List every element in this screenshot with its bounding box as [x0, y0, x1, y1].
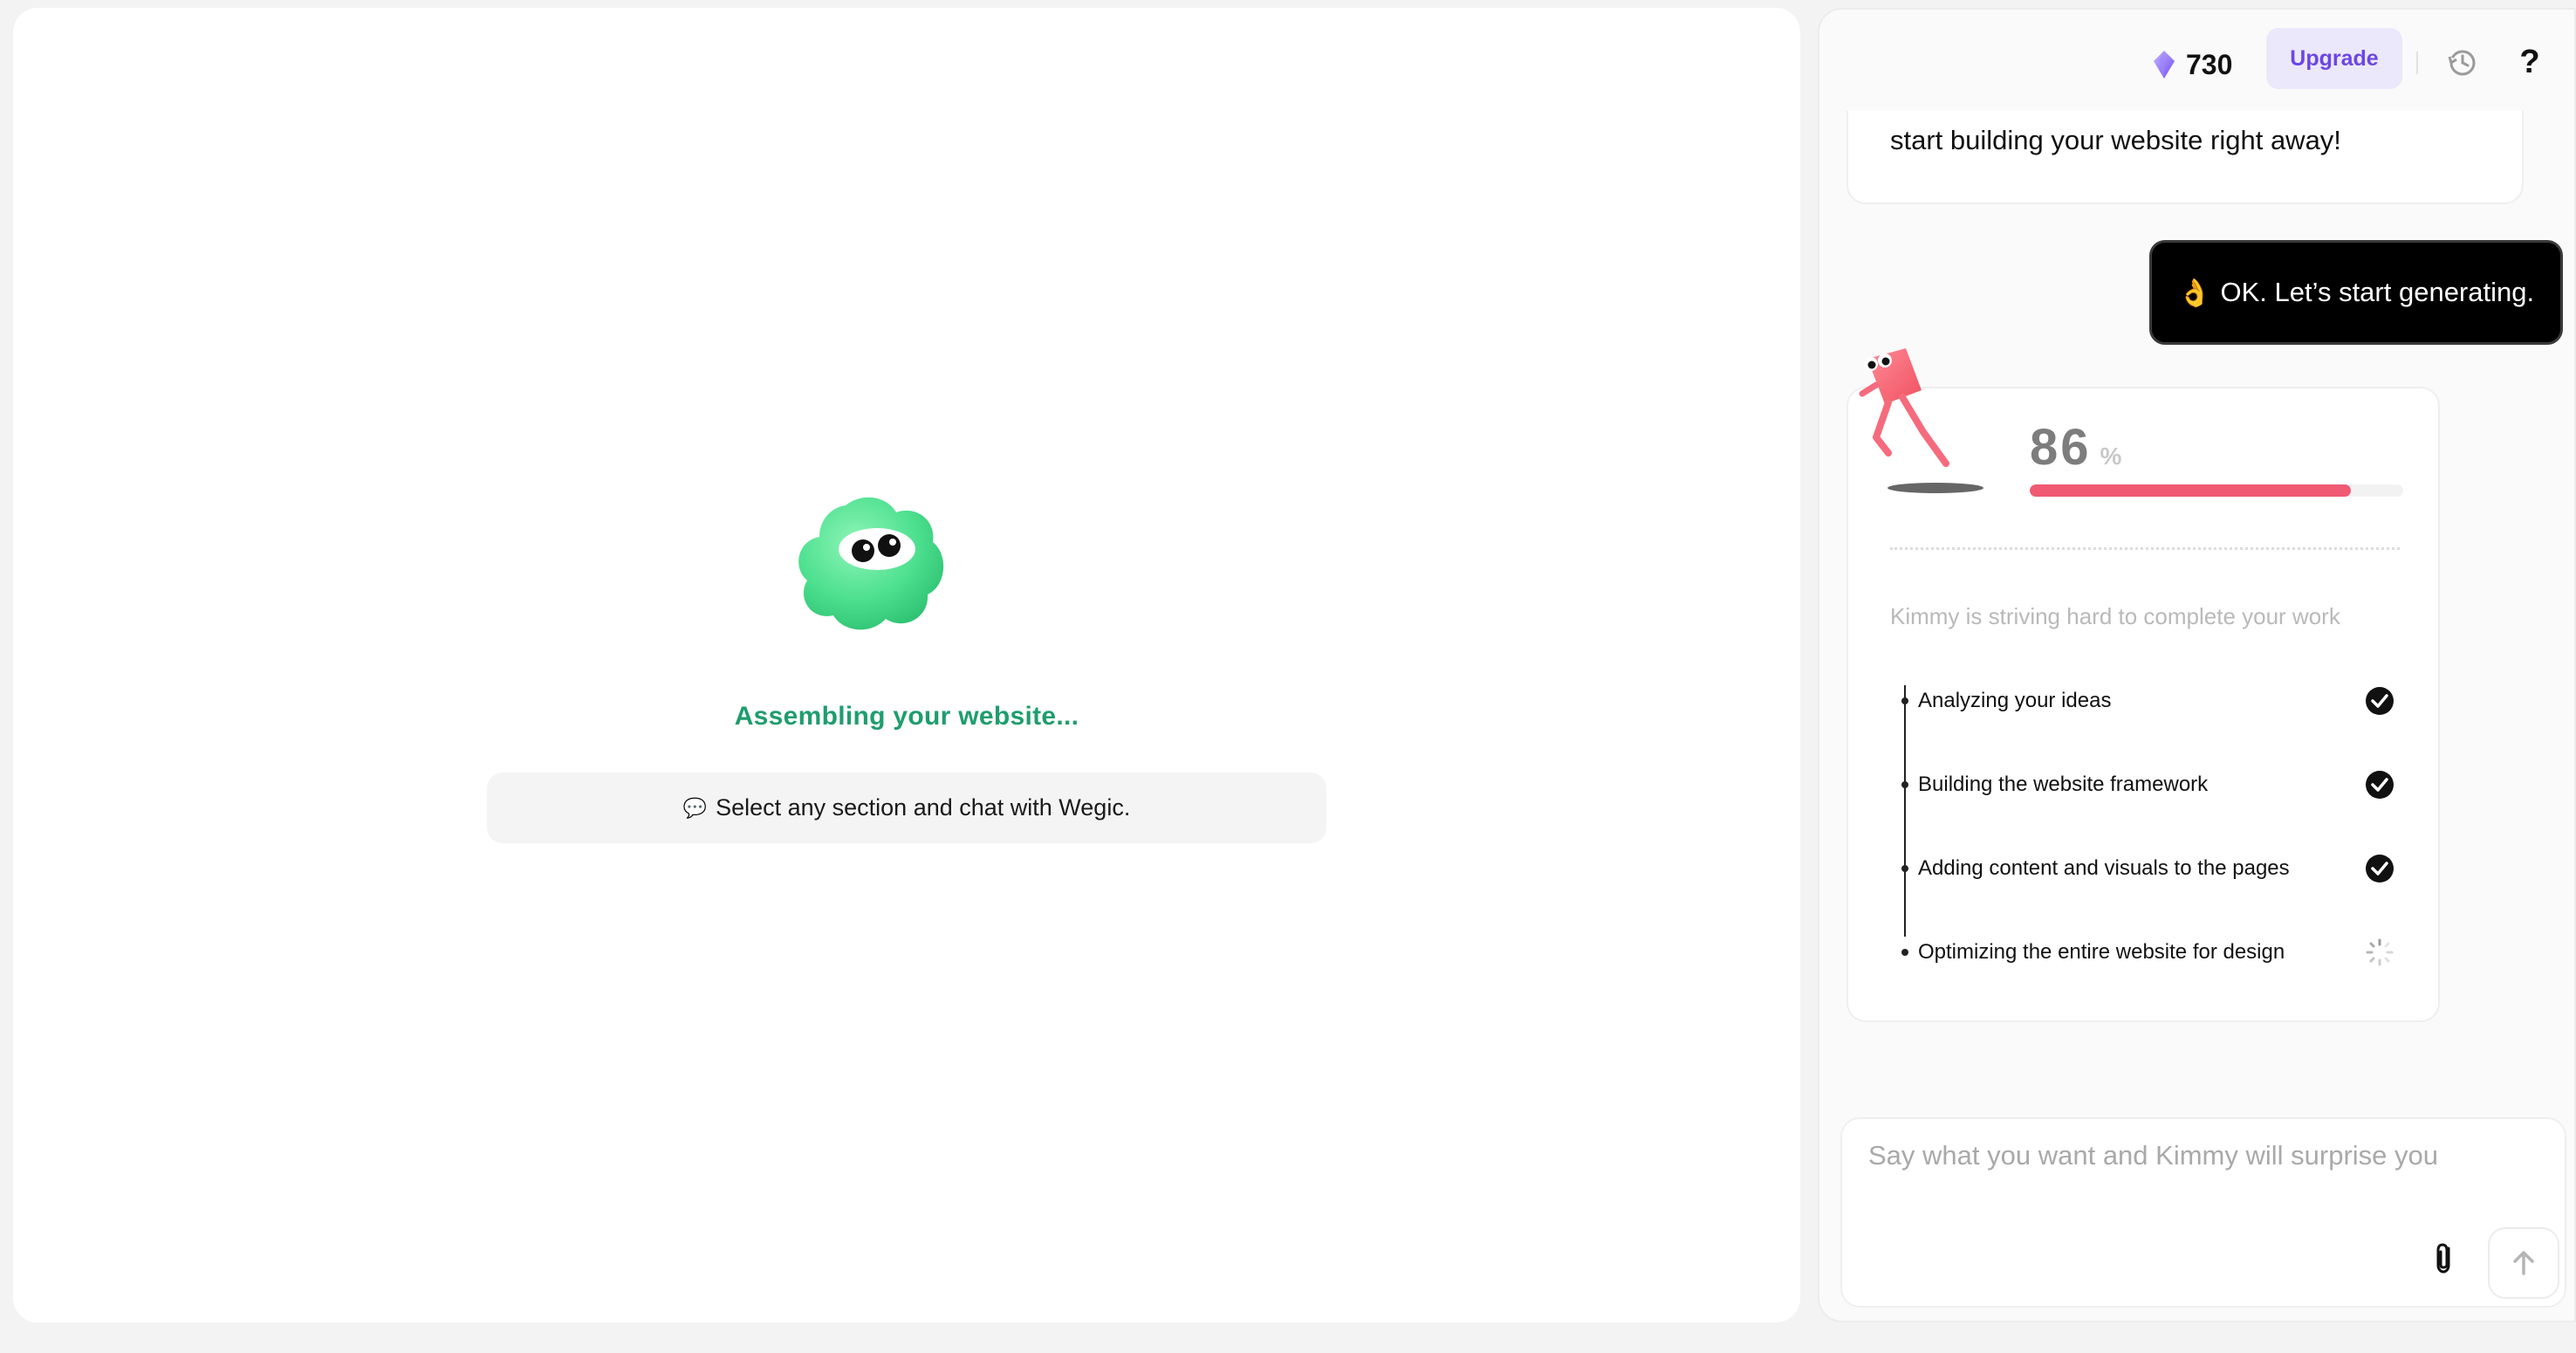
arrow-up-icon: [2513, 1251, 2534, 1275]
progress-percent-value: 86: [2030, 419, 2092, 476]
progress-bar-fill: [2030, 484, 2352, 497]
chat-composer: [1840, 1117, 2566, 1308]
credits-count: 730: [2186, 48, 2233, 80]
dotted-divider: [1890, 547, 2400, 550]
progress-percent-symbol: %: [2100, 443, 2122, 470]
chat-panel: start building your website right away! …: [1818, 8, 2576, 1322]
chat-hint-pill: 💬 Select any section and chat with Wegic…: [487, 773, 1326, 843]
loading-spinner-icon: [2366, 938, 2394, 966]
hint-text: Select any section and chat with Wegic.: [716, 794, 1131, 821]
progress-bar: [2030, 484, 2403, 497]
step-label: Adding content and visuals to the pages: [1918, 856, 2290, 880]
check-circle-icon: [2366, 687, 2394, 715]
help-icon[interactable]: ?: [2512, 43, 2547, 81]
upgrade-button[interactable]: Upgrade: [2266, 28, 2402, 89]
pink-mascot-icon: [1859, 348, 1949, 467]
step-item: Building the website framework: [1890, 767, 2400, 802]
assembling-status: Assembling your website...: [734, 702, 1079, 731]
send-button[interactable]: [2488, 1227, 2559, 1299]
user-message: 👌 OK. Let’s start generating.: [2149, 240, 2563, 345]
speech-bubble-icon: 💬: [682, 796, 708, 819]
chat-input[interactable]: [1868, 1140, 2531, 1219]
check-circle-icon: [2366, 771, 2394, 799]
timeline-dot: [1901, 865, 1908, 872]
step-label: Analyzing your ideas: [1918, 689, 2112, 712]
step-label: Building the website framework: [1918, 773, 2209, 796]
timeline-dot: [1901, 697, 1908, 704]
chat-topbar: 730 Upgrade ?: [1819, 10, 2574, 111]
timeline-line: [1904, 685, 1906, 937]
step-item: Optimizing the entire website for design: [1890, 935, 2400, 970]
user-message-text: OK. Let’s start generating.: [2220, 277, 2535, 307]
topbar-divider: [2416, 52, 2418, 74]
step-label: Optimizing the entire website for design: [1918, 940, 2285, 964]
website-preview-panel: Assembling your website... 💬 Select any …: [13, 8, 1800, 1322]
progress-percent: 86 %: [2030, 418, 2121, 477]
green-blob-mascot-icon: [798, 497, 944, 630]
striving-text: Kimmy is striving hard to complete your …: [1890, 603, 2340, 629]
timeline-dot: [1901, 949, 1908, 956]
ok-hand-icon: 👌: [2177, 277, 2212, 308]
check-circle-icon: [2366, 855, 2394, 883]
assistant-message-text: start building your website right away!: [1890, 125, 2341, 155]
history-icon[interactable]: [2446, 46, 2479, 79]
paperclip-icon[interactable]: [2429, 1240, 2460, 1278]
timeline-dot: [1901, 781, 1908, 788]
step-item: Analyzing your ideas: [1890, 683, 2400, 718]
gem-icon: [2154, 51, 2175, 79]
step-item: Adding content and visuals to the pages: [1890, 851, 2400, 886]
credits-display[interactable]: 730: [2151, 43, 2232, 86]
